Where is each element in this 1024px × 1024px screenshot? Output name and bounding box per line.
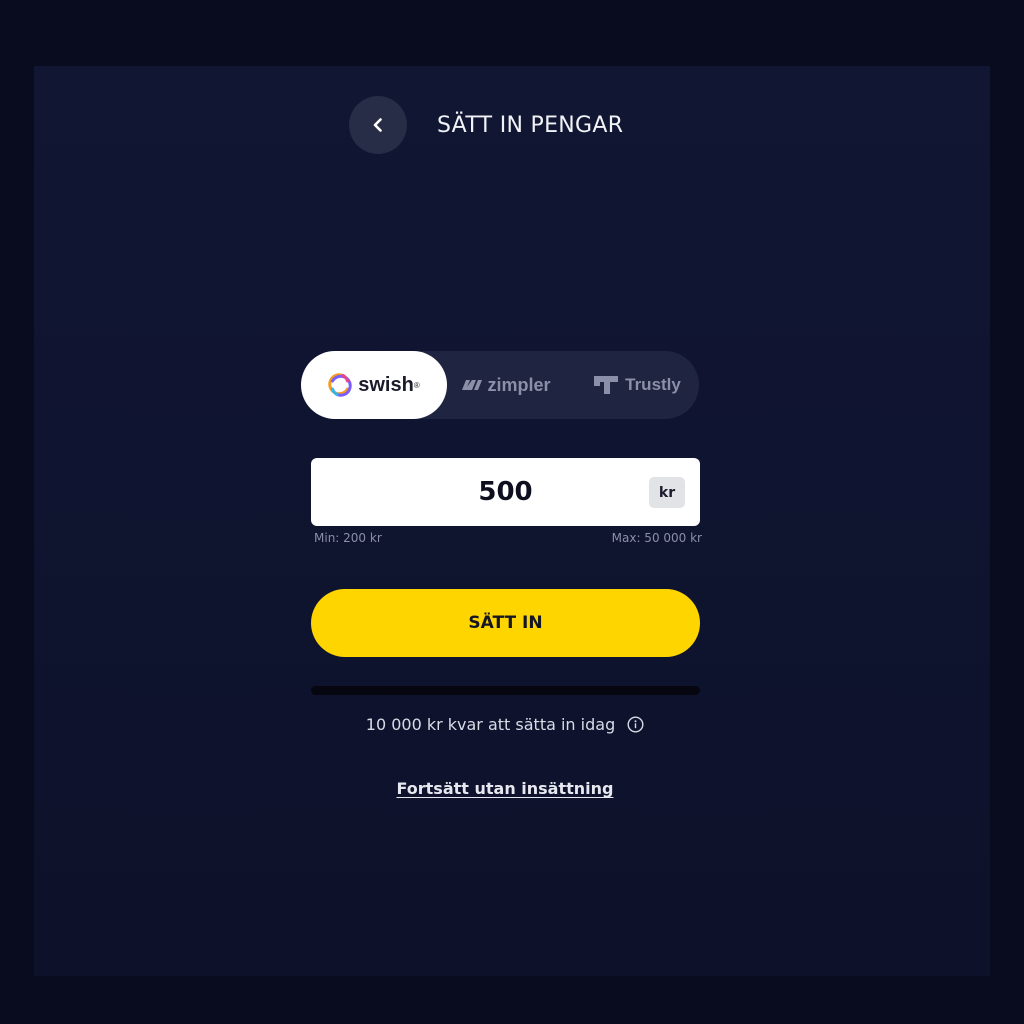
registered-mark-icon: ®: [413, 380, 420, 390]
swish-label: swish: [358, 373, 414, 396]
payment-method-swish[interactable]: swish ®: [301, 351, 447, 419]
payment-method-switch: swish ® zimpler Trustly: [301, 351, 699, 419]
payment-method-trustly[interactable]: Trustly: [583, 351, 691, 419]
trustly-logo-icon: [594, 376, 619, 394]
back-button[interactable]: [349, 96, 407, 154]
info-icon[interactable]: [627, 716, 644, 733]
max-amount-label: Max: 50 000 kr: [611, 531, 702, 545]
zimpler-logo-icon: [462, 380, 483, 390]
deposit-limit-row: 10 000 kr kvar att sätta in idag: [0, 715, 1010, 734]
amount-input[interactable]: [311, 458, 700, 526]
deposit-button[interactable]: SÄTT IN: [311, 589, 700, 657]
chevron-left-icon: [373, 118, 382, 132]
deposit-limit-progress: [311, 686, 700, 695]
trustly-label: Trustly: [625, 375, 681, 394]
page-title: SÄTT IN PENGAR: [437, 112, 624, 138]
min-amount-label: Min: 200 kr: [314, 531, 382, 545]
currency-badge: kr: [649, 477, 685, 508]
zimpler-label: zimpler: [487, 374, 551, 395]
page-header: SÄTT IN PENGAR: [349, 96, 623, 154]
skip-deposit-link[interactable]: Fortsätt utan insättning: [0, 779, 1010, 798]
payment-method-zimpler[interactable]: zimpler: [451, 351, 561, 419]
amount-field[interactable]: kr: [311, 458, 700, 526]
remaining-deposit-text: 10 000 kr kvar att sätta in idag: [365, 715, 616, 734]
swish-logo-icon: [328, 373, 352, 397]
